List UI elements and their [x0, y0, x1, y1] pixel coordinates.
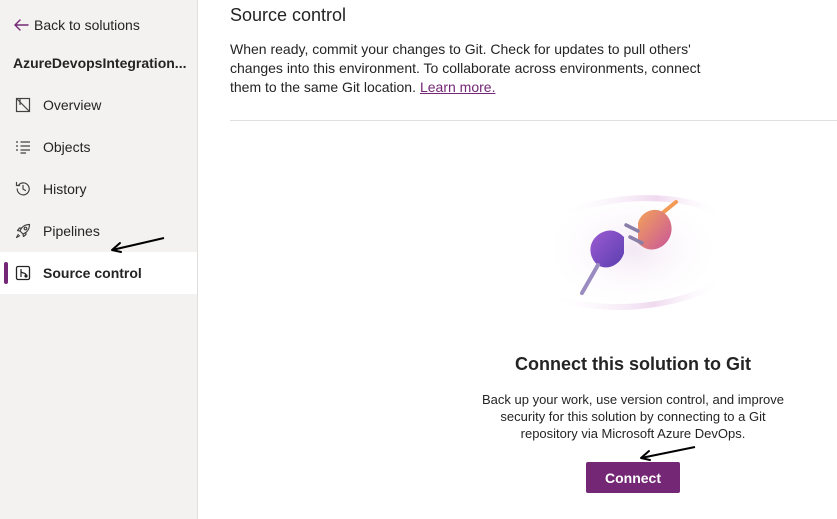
sidebar-item-source-control[interactable]: Source control — [0, 252, 197, 294]
page-title: Source control — [230, 5, 347, 25]
plug-connector-illustration — [543, 190, 725, 310]
sidebar-item-label: Pipelines — [43, 223, 100, 239]
sidebar-item-history[interactable]: History — [0, 168, 197, 210]
history-icon — [14, 180, 32, 198]
sidebar-item-pipelines[interactable]: Pipelines — [0, 210, 197, 252]
overview-icon — [14, 96, 32, 114]
rocket-icon — [14, 222, 32, 240]
sidebar-item-label: Objects — [43, 139, 91, 155]
sidebar: Back to solutions AzureDevopsIntegration… — [0, 0, 198, 519]
page-description: When ready, commit your changes to Git. … — [230, 40, 720, 97]
learn-more-link[interactable]: Learn more. — [420, 79, 495, 95]
connect-button[interactable]: Connect — [586, 462, 680, 493]
back-to-solutions-label: Back to solutions — [34, 17, 140, 33]
sidebar-item-label: History — [43, 181, 87, 197]
empty-state-title: Connect this solution to Git — [515, 354, 751, 374]
source-control-icon — [14, 264, 32, 282]
solution-name: AzureDevopsIntegration... — [13, 55, 187, 71]
sidebar-item-objects[interactable]: Objects — [0, 126, 197, 168]
selected-indicator — [4, 262, 8, 284]
back-to-solutions-link[interactable]: Back to solutions — [12, 14, 140, 36]
sidebar-item-label: Overview — [43, 97, 102, 113]
empty-state-description: Back up your work, use version control, … — [481, 392, 785, 441]
sidebar-item-overview[interactable]: Overview — [0, 84, 197, 126]
objects-icon — [14, 138, 32, 156]
divider — [230, 120, 837, 121]
sidebar-item-label: Source control — [43, 265, 142, 281]
main-content: Source control When ready, commit your c… — [198, 0, 837, 519]
back-arrow-icon — [14, 19, 29, 31]
